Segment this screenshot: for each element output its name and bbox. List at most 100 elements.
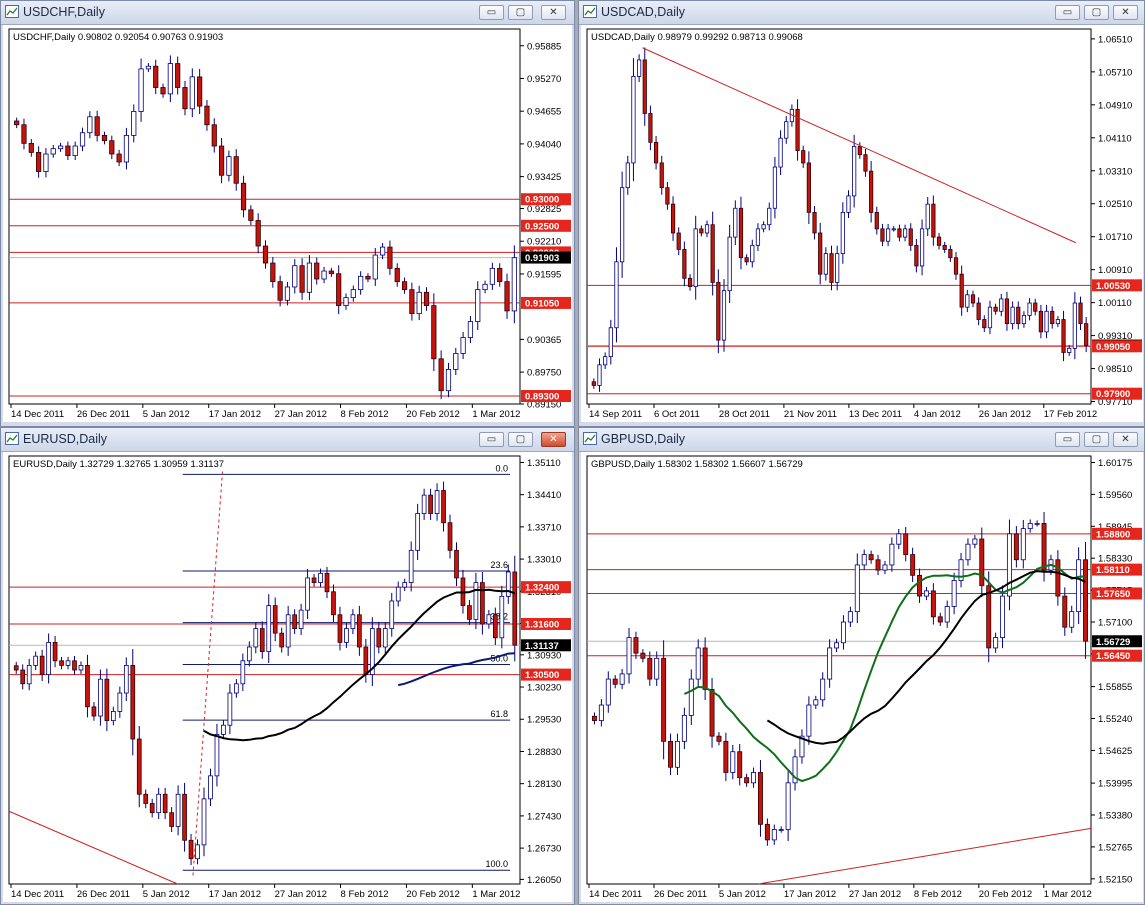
bullish-candle[interactable] xyxy=(603,356,608,366)
bearish-candle[interactable] xyxy=(423,291,430,306)
bullish-candle[interactable] xyxy=(50,148,56,155)
bullish-candle[interactable] xyxy=(834,642,840,649)
bearish-candle[interactable] xyxy=(993,306,998,312)
bearish-candle[interactable] xyxy=(1013,533,1019,561)
bullish-candle[interactable] xyxy=(350,614,356,629)
bullish-candle[interactable] xyxy=(951,580,957,607)
bearish-candle[interactable] xyxy=(365,275,371,280)
bullish-candle[interactable] xyxy=(972,538,978,545)
bearish-candle[interactable] xyxy=(292,614,297,629)
bearish-candle[interactable] xyxy=(39,655,45,676)
bullish-candle[interactable] xyxy=(1027,302,1032,316)
bearish-candle[interactable] xyxy=(438,358,444,392)
bearish-candle[interactable] xyxy=(504,281,510,312)
bullish-candle[interactable] xyxy=(620,187,625,263)
bearish-candle[interactable] xyxy=(211,124,217,147)
bearish-candle[interactable] xyxy=(59,660,64,666)
bearish-candle[interactable] xyxy=(702,647,708,690)
bullish-candle[interactable] xyxy=(854,564,860,613)
price-chart-gbpusd[interactable]: 1.601751.595601.589451.583301.577151.571… xyxy=(581,452,1143,902)
bullish-candle[interactable] xyxy=(408,549,414,583)
bullish-candle[interactable] xyxy=(43,153,49,172)
bullish-candle[interactable] xyxy=(695,647,701,680)
bearish-candle[interactable] xyxy=(14,120,20,126)
bearish-candle[interactable] xyxy=(21,124,27,144)
bearish-candle[interactable] xyxy=(676,232,681,250)
bullish-candle[interactable] xyxy=(835,253,840,283)
bullish-candle[interactable] xyxy=(416,291,422,314)
bearish-candle[interactable] xyxy=(908,228,913,246)
bullish-candle[interactable] xyxy=(631,75,636,164)
bullish-candle[interactable] xyxy=(784,121,789,139)
chart-window-gbpusd[interactable]: GBPUSD,Daily ▭ ▢ ✕ 1.60175 1.59560 1.58945… xyxy=(578,427,1145,905)
bearish-candle[interactable] xyxy=(812,211,817,234)
bearish-candle[interactable] xyxy=(687,277,693,287)
bullish-candle[interactable] xyxy=(1021,315,1027,325)
bullish-candle[interactable] xyxy=(395,586,401,602)
bearish-candle[interactable] xyxy=(1041,523,1047,571)
bullish-candle[interactable] xyxy=(123,134,130,163)
bullish-candle[interactable] xyxy=(896,533,902,545)
bearish-candle[interactable] xyxy=(930,590,936,618)
close-button[interactable]: ✕ xyxy=(541,432,566,447)
bullish-candle[interactable] xyxy=(434,490,440,514)
bullish-candle[interactable] xyxy=(111,711,116,722)
bearish-candle[interactable] xyxy=(829,253,834,283)
bullish-candle[interactable] xyxy=(693,228,698,287)
bullish-candle[interactable] xyxy=(1044,310,1049,333)
bearish-candle[interactable] xyxy=(314,262,320,280)
titlebar-usdcad[interactable]: USDCAD,Daily ▭ ▢ ✕ xyxy=(579,1,1144,25)
bearish-candle[interactable] xyxy=(262,245,269,264)
bullish-candle[interactable] xyxy=(614,261,619,329)
bullish-candle[interactable] xyxy=(626,637,632,675)
bearish-candle[interactable] xyxy=(979,538,985,587)
bullish-candle[interactable] xyxy=(727,236,732,292)
bullish-candle[interactable] xyxy=(987,306,993,329)
bearish-candle[interactable] xyxy=(255,220,261,247)
bullish-candle[interactable] xyxy=(681,714,687,742)
bullish-candle[interactable] xyxy=(57,145,64,150)
bullish-candle[interactable] xyxy=(145,65,151,70)
bearish-candle[interactable] xyxy=(863,154,868,172)
bullish-candle[interactable] xyxy=(167,63,173,95)
bearish-candle[interactable] xyxy=(363,646,369,676)
bearish-candle[interactable] xyxy=(331,591,336,616)
bearish-candle[interactable] xyxy=(259,628,265,652)
bearish-candle[interactable] xyxy=(270,262,276,283)
bearish-candle[interactable] xyxy=(591,381,596,386)
bullish-candle[interactable] xyxy=(226,156,232,176)
bearish-candle[interactable] xyxy=(653,141,659,164)
bearish-candle[interactable] xyxy=(431,305,437,360)
bearish-candle[interactable] xyxy=(710,224,715,283)
bullish-candle[interactable] xyxy=(1027,523,1033,530)
bullish-candle[interactable] xyxy=(26,664,32,685)
bearish-candle[interactable] xyxy=(716,735,722,742)
bearish-candle[interactable] xyxy=(640,652,646,659)
bullish-candle[interactable] xyxy=(882,564,888,571)
titlebar-gbpusd[interactable]: GBPUSD,Daily ▭ ▢ ✕ xyxy=(579,428,1144,452)
bearish-candle[interactable] xyxy=(1062,595,1068,628)
bearish-candle[interactable] xyxy=(160,87,166,95)
bearish-candle[interactable] xyxy=(591,715,597,721)
bullish-candle[interactable] xyxy=(234,683,239,694)
minimize-button[interactable]: ▭ xyxy=(479,432,504,447)
bearish-candle[interactable] xyxy=(1050,310,1055,325)
bearish-candle[interactable] xyxy=(299,265,305,293)
bullish-candle[interactable] xyxy=(486,614,492,625)
bullish-candle[interactable] xyxy=(489,267,495,285)
bullish-candle[interactable] xyxy=(298,609,304,629)
bullish-candle[interactable] xyxy=(499,595,505,639)
bullish-candle[interactable] xyxy=(175,793,181,827)
bullish-candle[interactable] xyxy=(208,775,213,800)
bearish-candle[interactable] xyxy=(52,641,58,662)
bearish-candle[interactable] xyxy=(324,572,330,593)
bearish-candle[interactable] xyxy=(409,289,415,314)
bearish-candle[interactable] xyxy=(101,134,108,142)
bullish-candle[interactable] xyxy=(240,660,246,685)
bearish-candle[interactable] xyxy=(104,678,110,722)
bearish-candle[interactable] xyxy=(116,153,122,163)
bullish-candle[interactable] xyxy=(318,572,323,583)
bearish-candle[interactable] xyxy=(188,839,194,860)
bearish-candle[interactable] xyxy=(942,244,947,250)
bullish-candle[interactable] xyxy=(305,577,310,611)
